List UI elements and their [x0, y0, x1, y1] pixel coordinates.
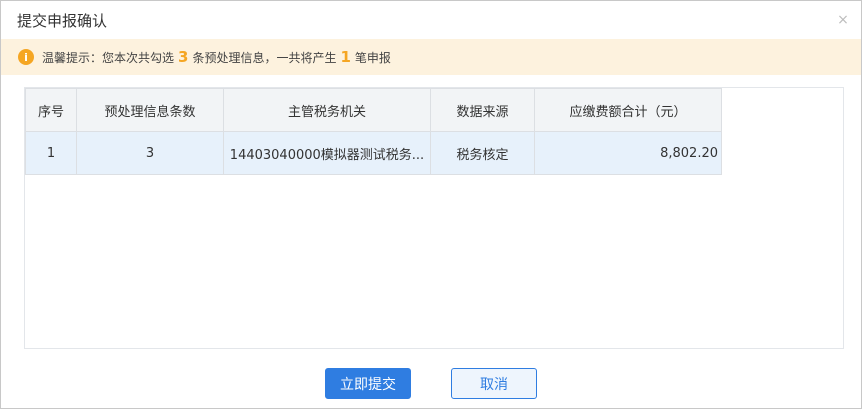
header-record-count: 预处理信息条数	[76, 88, 224, 132]
table-header-row: 序号 预处理信息条数 主管税务机关 数据来源 应缴费额合计（元）	[25, 88, 722, 132]
cell-record-count: 3	[76, 131, 224, 175]
cell-total-amount: 8,802.20	[534, 131, 722, 175]
info-icon: i	[18, 49, 34, 65]
close-icon[interactable]: ×	[835, 12, 851, 28]
notice-banner: i 温馨提示：您本次共勾选 3 条预处理信息，一共将产生 1 笔申报	[1, 39, 861, 75]
notice-text-middle: 条预处理信息，一共将产生	[192, 50, 337, 65]
cell-data-source: 税务核定	[430, 131, 535, 175]
dialog-titlebar: 提交申报确认 ×	[1, 1, 861, 39]
selected-count: 3	[178, 48, 189, 66]
header-data-source: 数据来源	[430, 88, 535, 132]
declaration-count: 1	[340, 48, 351, 66]
header-tax-authority: 主管税务机关	[223, 88, 431, 132]
table-row[interactable]: 1 3 14403040000模拟器测试税务... 税务核定 8,802.20	[25, 131, 722, 175]
cell-index: 1	[25, 131, 77, 175]
dialog-buttons: 立即提交 取消	[1, 368, 861, 399]
notice-text-before: 温馨提示：您本次共勾选	[42, 50, 175, 65]
declaration-table: 序号 预处理信息条数 主管税务机关 数据来源 应缴费额合计（元） 1 3 144…	[25, 88, 722, 175]
header-index: 序号	[25, 88, 77, 132]
cancel-button[interactable]: 取消	[451, 368, 537, 399]
notice-text-after: 笔申报	[354, 50, 391, 65]
table-container: 序号 预处理信息条数 主管税务机关 数据来源 应缴费额合计（元） 1 3 144…	[24, 87, 844, 349]
submit-button[interactable]: 立即提交	[325, 368, 411, 399]
submit-declaration-dialog: 提交申报确认 × i 温馨提示：您本次共勾选 3 条预处理信息，一共将产生 1 …	[0, 0, 862, 409]
cell-tax-authority: 14403040000模拟器测试税务...	[223, 131, 431, 175]
dialog-title: 提交申报确认	[17, 11, 108, 30]
header-total-amount: 应缴费额合计（元）	[534, 88, 722, 132]
